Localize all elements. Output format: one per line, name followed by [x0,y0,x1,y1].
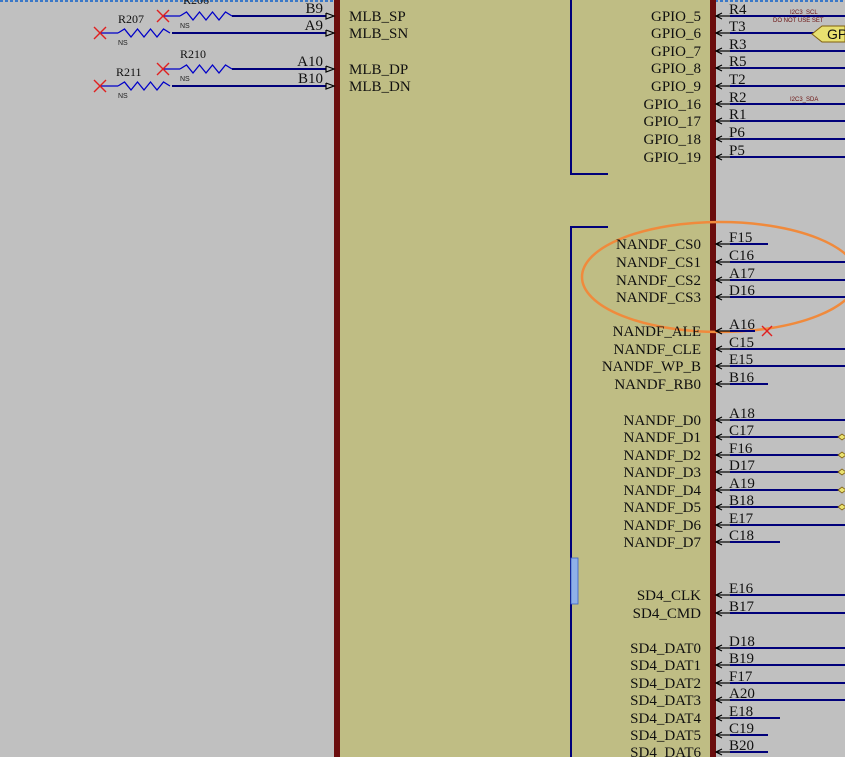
pin-number-a9: A9 [305,18,323,34]
no-stuff-label: NS [118,93,128,100]
pin-name-nandf_d5: NANDF_D5 [623,500,701,516]
net-label-i2c3-sda: I2C3_SDA [790,97,818,103]
pin-arrow [325,29,336,37]
net-port-marker[interactable] [837,503,845,511]
resistor-r206[interactable] [179,10,233,22]
pin-name-sd4_dat6: SD4_DAT6 [630,745,701,757]
pin-name-nandf_cs3: NANDF_CS3 [616,290,701,306]
pin-name-mlb_dp: MLB_DP [349,62,408,78]
resistor-ref-r206: R206 [183,0,209,7]
pin-name-nandf_d0: NANDF_D0 [623,413,701,429]
pin-name-nandf_d2: NANDF_D2 [623,448,701,464]
pin-name-sd4_dat4: SD4_DAT4 [630,711,701,727]
pin-name-sd4_dat3: SD4_DAT3 [630,693,701,709]
pin-name-nandf_rb0: NANDF_RB0 [614,377,701,393]
pin-name-nandf_d4: NANDF_D4 [623,483,701,499]
pin-name-nandf_cs1: NANDF_CS1 [616,255,701,271]
pin-name-gpio_7: GPIO_7 [651,44,702,60]
net-label-i2c3-scl: I2C3_SCL [790,10,818,16]
resistor-ref-r211: R211 [116,65,142,79]
resistor-ref-r210: R210 [180,47,206,61]
net-label-do-not-use: DO NOT USE SET [773,18,824,24]
pin-name-nandf_d6: NANDF_D6 [623,518,701,534]
pin-name-mlb_sn: MLB_SN [349,26,408,42]
pin-name-nandf_cle: NANDF_CLE [613,342,701,358]
pin-number-b10: B10 [298,71,323,87]
pin-name-gpio_17: GPIO_17 [643,114,701,130]
pin-name-gpio_16: GPIO_16 [643,97,701,113]
pin-name-nandf_d3: NANDF_D3 [623,465,701,481]
gp-port-label: GP [827,26,845,42]
pin-arrow [325,12,336,20]
pin-name-gpio_18: GPIO_18 [643,132,701,148]
net-port-marker[interactable] [837,451,845,459]
net-port-marker[interactable] [837,433,845,441]
pin-arrow [325,65,336,73]
pin-number-a10: A10 [297,54,323,70]
pin-name-sd4_cmd: SD4_CMD [633,606,702,622]
ic-right-border [710,0,716,757]
net-port-marker[interactable] [837,486,845,494]
resistor-r211[interactable] [117,80,171,92]
bus-tag[interactable] [570,557,579,605]
pin-name-gpio_8: GPIO_8 [651,61,701,77]
pin-name-gpio_9: GPIO_9 [651,79,701,95]
pin-name-gpio_19: GPIO_19 [643,150,701,166]
resistor-r207[interactable] [117,27,171,39]
no-stuff-label: NS [118,40,128,47]
pin-arrow [325,82,336,90]
resistor-r210[interactable] [179,63,233,75]
pin-name-sd4_dat0: SD4_DAT0 [630,641,701,657]
no-stuff-label: NS [180,23,190,30]
schematic-canvas[interactable]: B9 MLB_SP A9 MLB_SN A10 MLB_DP B10 MLB_DN R206 NS… [0,0,845,757]
pin-name-nandf_cs2: NANDF_CS2 [616,273,701,289]
pin-number-b9: B9 [305,1,323,17]
pin-name-mlb_sp: MLB_SP [349,9,406,25]
no-stuff-label: NS [180,76,190,83]
pin-name-nandf_wp_b: NANDF_WP_B [602,359,701,375]
pin-name-gpio_6: GPIO_6 [651,26,702,42]
pin-name-nandf_d7: NANDF_D7 [623,535,701,551]
pin-name-sd4_dat5: SD4_DAT5 [630,728,701,744]
pin-name-sd4_dat1: SD4_DAT1 [630,658,701,674]
pin-name-gpio_5: GPIO_5 [651,9,701,25]
pin-name-nandf_cs0: NANDF_CS0 [616,237,701,253]
pin-name-nandf_ale: NANDF_ALE [613,324,701,340]
pin-name-sd4_clk: SD4_CLK [637,588,701,604]
pin-name-sd4_dat2: SD4_DAT2 [630,676,701,692]
resistor-ref-r207: R207 [118,12,144,26]
ic-left-border [334,0,340,757]
net-port-marker[interactable] [837,468,845,476]
pin-name-mlb_dn: MLB_DN [349,79,411,95]
pin-name-nandf_d1: NANDF_D1 [623,430,701,446]
